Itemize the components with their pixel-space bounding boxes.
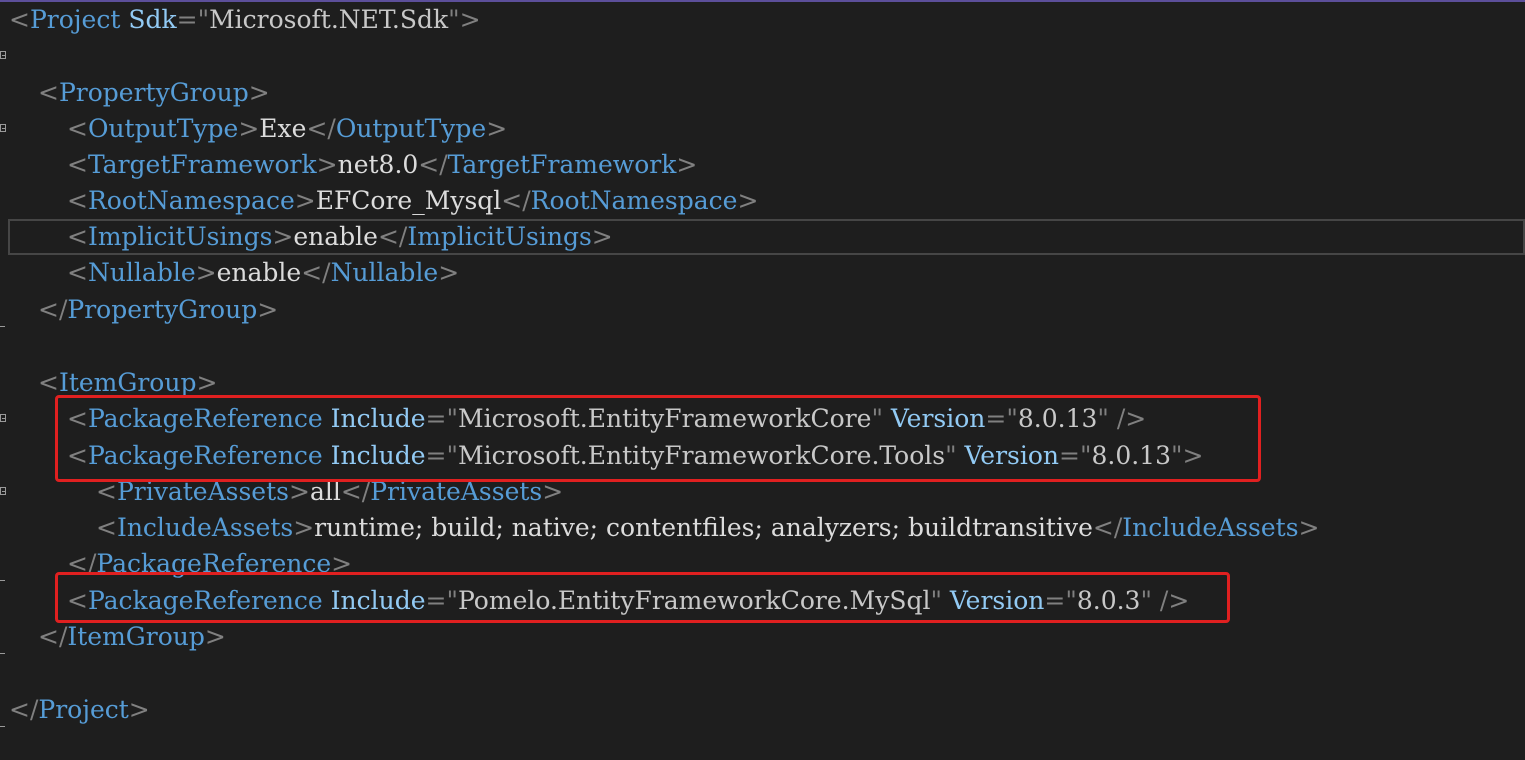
attribute-value: Microsoft.NET.Sdk (209, 5, 449, 34)
tag-bracket: </ (1092, 513, 1123, 542)
tag-name: IncludeAssets (116, 513, 294, 542)
code-line-nullable[interactable]: <Nullable>enable</Nullable> (0, 255, 1525, 291)
code-line-targetframework[interactable]: <TargetFramework>net8.0</TargetFramework… (0, 147, 1525, 183)
tag-bracket: < (38, 368, 59, 397)
tag-bracket: > (459, 5, 481, 34)
tag-bracket: > (1298, 513, 1320, 542)
tag-name: Nullable (87, 258, 196, 287)
tag-name: OutputType (335, 114, 487, 143)
tag-bracket: > (591, 222, 613, 251)
tag-bracket: > (196, 368, 218, 397)
tag-name: Nullable (330, 258, 439, 287)
tag-bracket: > (293, 513, 315, 542)
code-line-itemgroup-close[interactable]: </ItemGroup> (0, 619, 1525, 655)
tag-name: IncludeAssets (1122, 513, 1299, 542)
fold-end-marker (0, 326, 5, 327)
tag-bracket: > (248, 78, 270, 107)
tag-name: ImplicitUsings (87, 222, 273, 251)
tag-name: PropertyGroup (58, 78, 249, 107)
collapse-toggle[interactable] (0, 38, 8, 74)
tag-bracket: < (67, 258, 88, 287)
code-line-project-close[interactable]: </Project> (0, 692, 1525, 728)
tag-bracket: </ (38, 295, 68, 324)
tag-bracket: < (67, 186, 88, 215)
tag-bracket: </ (9, 695, 39, 724)
code-line-includeassets[interactable]: <IncludeAssets>runtime; build; native; c… (0, 510, 1525, 546)
tag-bracket: > (238, 114, 260, 143)
tag-name: Project (29, 5, 121, 34)
tag-bracket: > (272, 222, 294, 251)
tag-bracket: > (128, 695, 150, 724)
tag-name: OutputType (87, 114, 239, 143)
tag-name: PropertyGroup (67, 295, 258, 324)
tag-bracket: < (9, 5, 30, 34)
tag-name: TargetFramework (447, 150, 677, 179)
tag-bracket: </ (38, 622, 68, 651)
code-line-implicitusings[interactable]: <ImplicitUsings>enable</ImplicitUsings> (0, 219, 1525, 255)
tag-bracket: </ (306, 114, 336, 143)
code-line-project-open[interactable]: <Project Sdk="Microsoft.NET.Sdk"> (0, 2, 1525, 59)
code-line-propertygroup-close[interactable]: </PropertyGroup> (0, 292, 1525, 328)
attribute-name: Sdk (128, 5, 177, 34)
tag-bracket: > (204, 622, 226, 651)
annotation-box-pomelo-package (55, 572, 1230, 623)
element-text: enable (293, 222, 378, 251)
tag-bracket: </ (301, 258, 331, 287)
element-text: Exe (259, 114, 307, 143)
element-text: runtime; build; native; contentfiles; an… (314, 513, 1093, 542)
code-line-outputtype[interactable]: <OutputType>Exe</OutputType> (0, 111, 1525, 147)
tag-name: RootNamespace (87, 186, 295, 215)
tag-bracket: < (67, 222, 88, 251)
attribute-equals: = (176, 5, 198, 34)
tag-bracket: > (486, 114, 508, 143)
tag-name: TargetFramework (87, 150, 317, 179)
tag-bracket: > (294, 186, 316, 215)
tag-name: ItemGroup (58, 368, 197, 397)
tag-bracket: </ (418, 150, 448, 179)
fold-end-marker (0, 580, 5, 581)
tag-bracket: > (676, 150, 698, 179)
tag-bracket: > (737, 186, 759, 215)
tag-name: ItemGroup (67, 622, 205, 651)
tag-bracket: < (67, 150, 88, 179)
element-text: EFCore_Mysql (315, 186, 502, 215)
tag-bracket: > (195, 258, 217, 287)
fold-end-marker (0, 653, 5, 654)
tag-name: Project (38, 695, 129, 724)
element-text: enable (216, 258, 302, 287)
tag-bracket: > (438, 258, 460, 287)
tag-bracket: > (257, 295, 279, 324)
tag-name: ImplicitUsings (407, 222, 592, 251)
tag-bracket: < (96, 513, 117, 542)
attribute-quote: " (448, 5, 460, 34)
tag-bracket: < (38, 78, 59, 107)
annotation-box-efcore-packages (55, 395, 1261, 482)
fold-end-marker (0, 726, 5, 727)
element-text: net8.0 (337, 150, 419, 179)
tag-bracket: > (316, 150, 338, 179)
tag-name: RootNamespace (530, 186, 738, 215)
tag-bracket: </ (377, 222, 408, 251)
tag-bracket: < (67, 114, 88, 143)
code-line-rootnamespace[interactable]: <RootNamespace>EFCore_Mysql</RootNamespa… (0, 183, 1525, 219)
attribute-quote: " (197, 5, 210, 34)
tag-bracket: </ (501, 186, 531, 215)
code-line-propertygroup-open[interactable]: <PropertyGroup> (0, 75, 1525, 132)
code-editor[interactable]: <Project Sdk="Microsoft.NET.Sdk"> <Prope… (0, 0, 1525, 760)
